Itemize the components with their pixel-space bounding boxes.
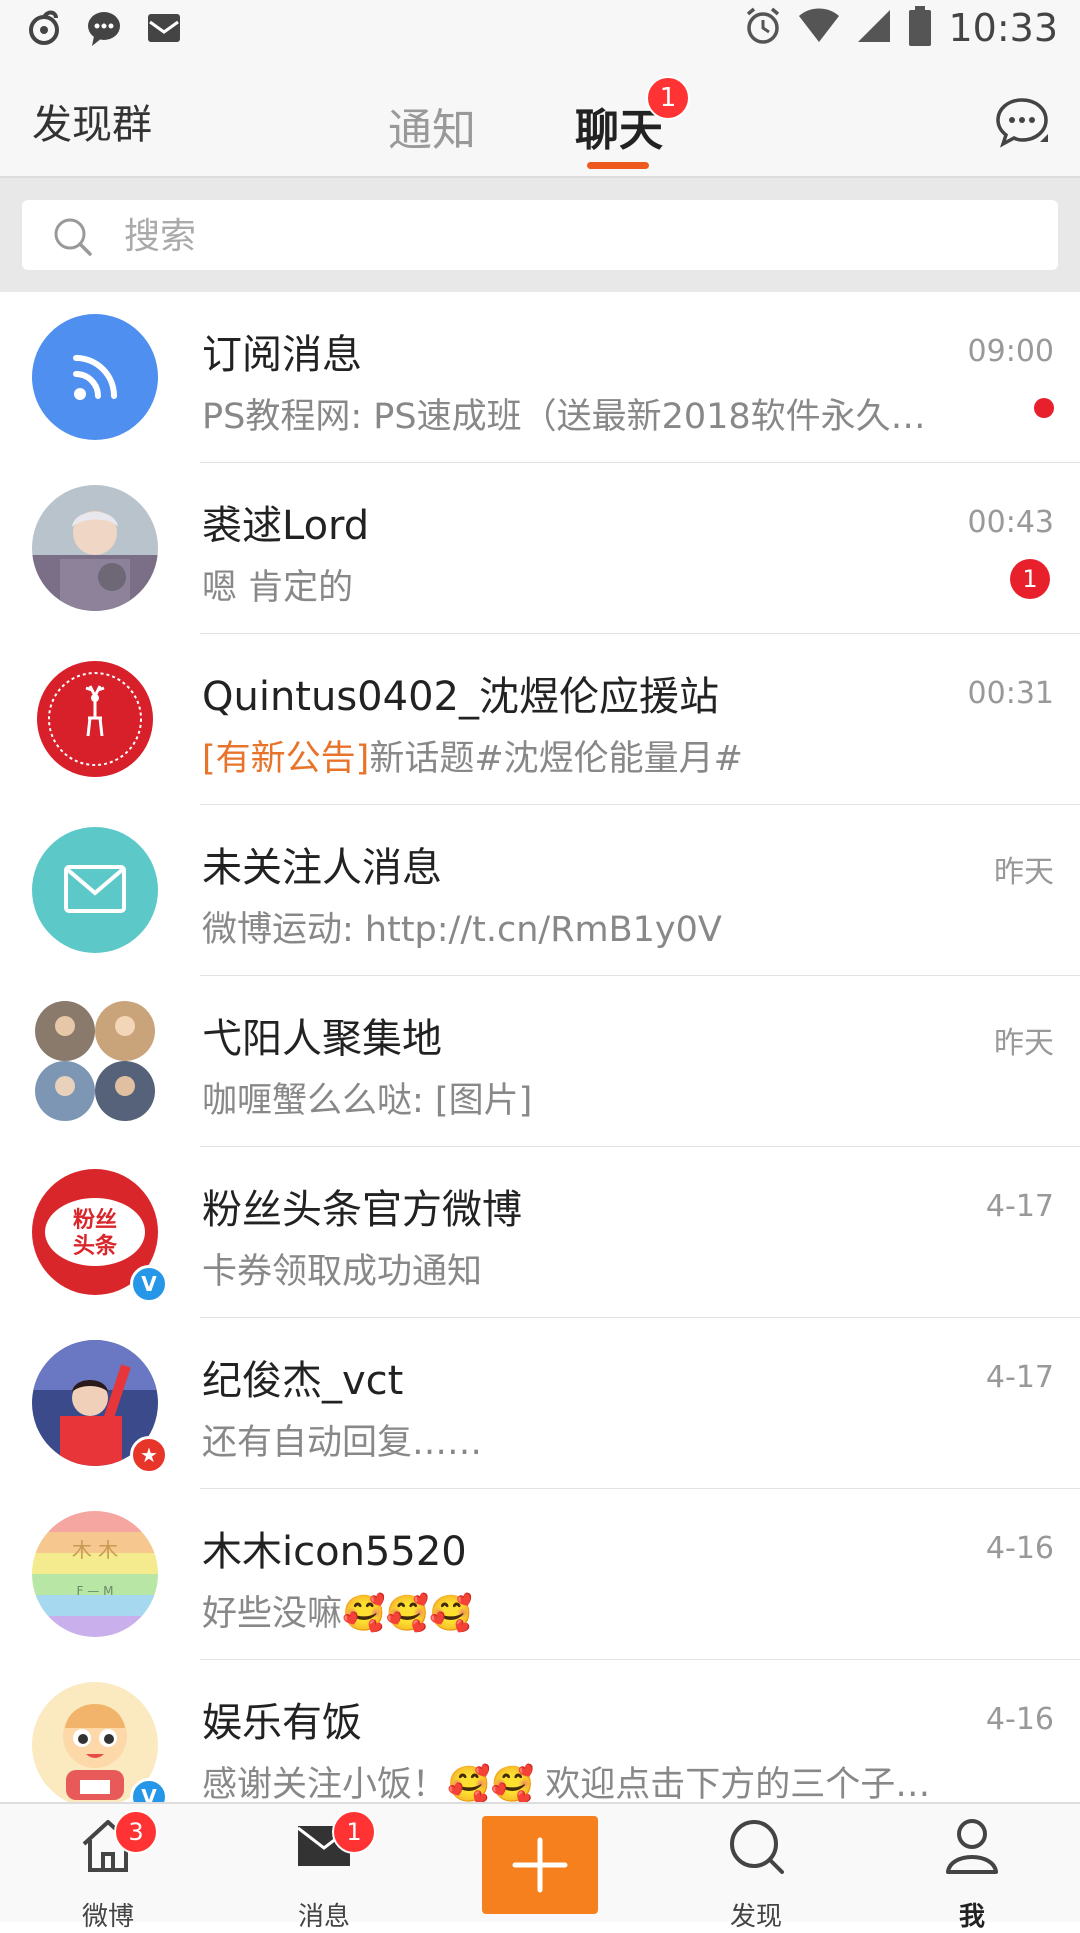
conversation-time: 00:43 — [967, 505, 1054, 540]
conversation-item[interactable]: ★ 纪俊杰_vct 还有自动回复…… 4-17 — [0, 1318, 1080, 1489]
conversation-list: 订阅消息 PS教程网: PS速成班（送最新2018软件永久… 09:00 裘逑L… — [0, 292, 1080, 1831]
conversation-name: 裘逑Lord — [202, 503, 370, 549]
conversation-preview: 好些没嘛🥰🥰🥰 — [202, 1594, 473, 1634]
svg-text:粉丝: 粉丝 — [73, 1207, 117, 1233]
conversation-item[interactable]: 弋阳人聚集地 咖喱蟹么么哒: [图片] 昨天 — [0, 976, 1080, 1147]
conversation-name: 弋阳人聚集地 — [202, 1016, 442, 1062]
alarm-icon — [744, 6, 782, 50]
conversation-preview: 嗯 肯定的 — [202, 568, 354, 608]
weibo-icon — [26, 8, 62, 52]
tab-notice[interactable]: 通知 — [388, 94, 476, 158]
search-input[interactable] — [122, 210, 1026, 262]
conversation-name: 订阅消息 — [202, 332, 362, 378]
conversation-time: 昨天 — [994, 1026, 1054, 1061]
home-badge: 3 — [114, 1810, 158, 1854]
conversation-name: 粉丝头条官方微博 — [202, 1187, 522, 1233]
conversation-time: 4-16 — [985, 1702, 1054, 1737]
rainbow-avatar: 木 木 F — M — [32, 1511, 158, 1637]
tab-chat-badge: 1 — [646, 76, 690, 120]
conversation-name: Quintus0402_沈煜伦应援站 — [202, 674, 719, 720]
conversation-item[interactable]: 未关注人消息 微博运动: http://t.cn/RmB1y0V 昨天 — [0, 805, 1080, 976]
conversation-time: 00:31 — [967, 676, 1054, 711]
unread-badge: 1 — [1010, 559, 1050, 599]
group-avatar — [32, 998, 158, 1124]
conversation-preview: 感谢关注小饭！🥰🥰 欢迎点击下方的三个子… — [202, 1765, 931, 1805]
compose-plus-button[interactable] — [482, 1816, 598, 1914]
conversation-name: 未关注人消息 — [202, 845, 442, 891]
conversation-item[interactable]: 裘逑Lord 嗯 肯定的 00:43 1 — [0, 463, 1080, 634]
conversation-item[interactable]: 粉丝 头条 V 粉丝头条官方微博 卡券领取成功通知 4-17 — [0, 1147, 1080, 1318]
conversation-preview: [有新公告]新话题#沈煜伦能量月# — [202, 730, 743, 781]
search-icon — [52, 216, 94, 262]
nav-home-label: 微博 — [81, 1902, 134, 1932]
search-bar — [0, 178, 1080, 292]
conversation-preview: 微博运动: http://t.cn/RmB1y0V — [202, 910, 722, 950]
new-chat-icon[interactable] — [994, 94, 1050, 154]
discover-icon — [726, 1816, 786, 1880]
conversation-item[interactable]: 订阅消息 PS教程网: PS速成班（送最新2018软件永久… 09:00 — [0, 292, 1080, 463]
conversation-preview: 卡券领取成功通知 — [202, 1252, 483, 1292]
rss-icon — [32, 314, 158, 440]
conversation-name: 纪俊杰_vct — [202, 1358, 404, 1404]
status-bar: 10:33 — [0, 0, 1080, 64]
profile-icon — [942, 1816, 1002, 1880]
conversation-preview-text: 新话题#沈煜伦能量月# — [369, 739, 743, 779]
svg-text:F — M: F — M — [77, 1584, 114, 1598]
conversation-time: 4-16 — [985, 1531, 1054, 1566]
conversation-name: 木木icon5520 — [202, 1529, 467, 1575]
signal-icon — [856, 8, 892, 48]
verified-badge-icon: V — [130, 1265, 168, 1303]
mail-icon — [146, 10, 182, 50]
nav-profile-label: 我 — [958, 1902, 985, 1932]
plus-icon — [512, 1837, 568, 1893]
envelope-icon — [32, 827, 158, 953]
chat-bubble-icon — [84, 8, 124, 52]
deer-logo-avatar — [32, 656, 158, 782]
unread-dot — [1034, 398, 1054, 418]
bottom-nav: 3 微博 1 消息 发现 我 — [0, 1802, 1080, 1932]
conversation-preview: PS教程网: PS速成班（送最新2018软件永久… — [202, 397, 926, 437]
conversation-item[interactable]: 木 木 F — M 木木icon5520 好些没嘛🥰🥰🥰 4-16 — [0, 1489, 1080, 1660]
svg-text:头条: 头条 — [73, 1233, 118, 1259]
conversation-preview: 还有自动回复…… — [202, 1423, 483, 1463]
wifi-icon — [798, 8, 840, 48]
conversation-time: 09:00 — [967, 334, 1054, 369]
conversation-preview: 咖喱蟹么么哒: [图片] — [202, 1081, 533, 1121]
announcement-tag: [有新公告] — [202, 739, 370, 779]
user-avatar — [32, 485, 158, 611]
battery-icon — [908, 6, 932, 50]
messages-badge: 1 — [332, 1810, 376, 1854]
nav-messages-label: 消息 — [297, 1902, 350, 1932]
active-tab-indicator — [587, 162, 649, 169]
top-header: 发现群 通知 聊天 1 — [0, 64, 1080, 178]
conversation-item[interactable]: Quintus0402_沈煜伦应援站 [有新公告]新话题#沈煜伦能量月# 00:… — [0, 634, 1080, 805]
nav-discover-label: 发现 — [729, 1902, 782, 1932]
svg-text:木 木: 木 木 — [72, 1538, 118, 1562]
status-time: 10:33 — [948, 6, 1058, 50]
conversation-name: 娱乐有饭 — [202, 1700, 362, 1746]
conversation-time: 4-17 — [985, 1189, 1054, 1224]
star-badge-icon: ★ — [130, 1436, 168, 1474]
search-box[interactable] — [22, 200, 1058, 270]
conversation-time: 昨天 — [994, 855, 1054, 890]
conversation-time: 4-17 — [985, 1360, 1054, 1395]
discover-groups-button[interactable]: 发现群 — [32, 92, 152, 150]
